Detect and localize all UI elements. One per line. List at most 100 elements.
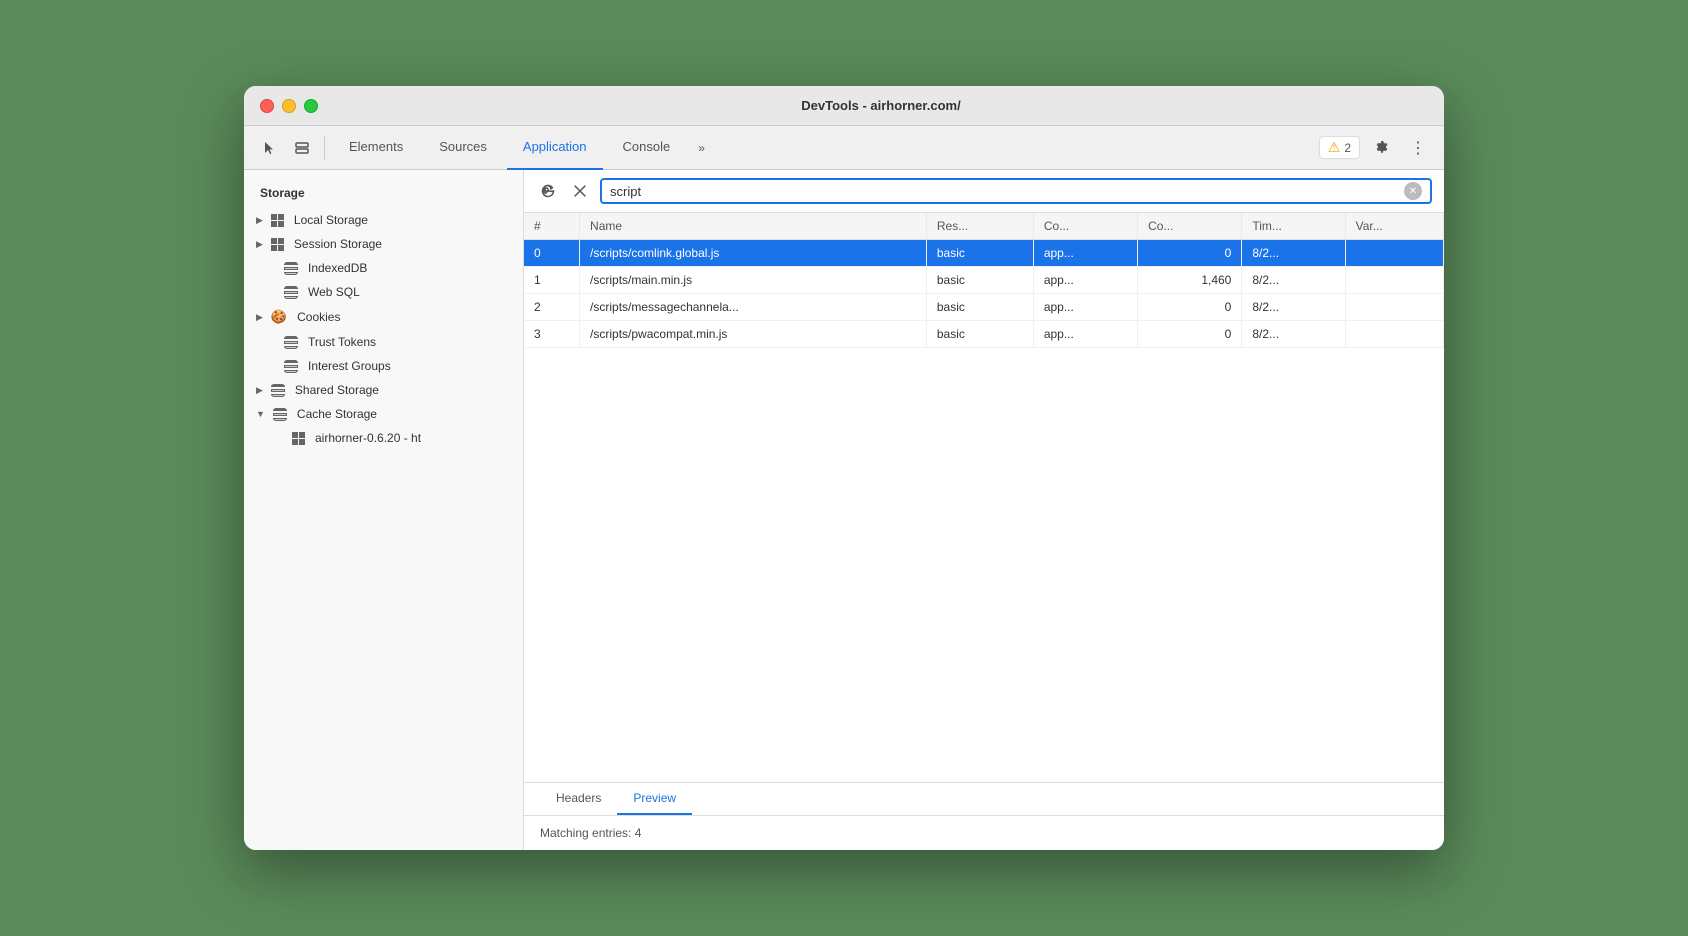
sidebar-item-label: IndexedDB <box>308 261 367 275</box>
sidebar-item-label: Local Storage <box>294 213 368 227</box>
cell-num: 1 <box>524 267 580 294</box>
clear-search-button[interactable] <box>568 179 592 203</box>
toolbar: Elements Sources Application Console » ⚠… <box>244 126 1444 170</box>
cell-tim: 8/2... <box>1242 321 1345 348</box>
sidebar-item-shared-storage[interactable]: ▶ Shared Storage <box>244 378 523 402</box>
cell-name: /scripts/main.min.js <box>580 267 927 294</box>
tab-elements[interactable]: Elements <box>333 126 419 170</box>
expand-icon: ▶ <box>256 239 263 250</box>
cell-num: 3 <box>524 321 580 348</box>
traffic-lights <box>260 99 318 113</box>
cell-tim: 8/2... <box>1242 294 1345 321</box>
search-input[interactable] <box>610 184 1404 199</box>
tab-sources[interactable]: Sources <box>423 126 503 170</box>
expand-icon: ▶ <box>256 312 263 323</box>
sidebar-item-session-storage[interactable]: ▶ Session Storage <box>244 232 523 256</box>
col-header-tim: Tim... <box>1242 213 1345 240</box>
cookie-icon: 🍪 <box>271 309 287 325</box>
refresh-button[interactable] <box>536 179 560 203</box>
sidebar-item-cache-entry[interactable]: airhorner-0.6.20 - ht <box>244 426 523 450</box>
cell-co2: 0 <box>1138 294 1242 321</box>
table-row[interactable]: 2 /scripts/messagechannela... basic app.… <box>524 294 1444 321</box>
more-options-icon[interactable]: ⋮ <box>1404 134 1432 162</box>
close-button[interactable] <box>260 99 274 113</box>
tab-application[interactable]: Application <box>507 126 603 170</box>
sidebar: Storage ▶ Local Storage ▶ Session Storag… <box>244 170 524 850</box>
sidebar-item-label: Cache Storage <box>297 407 377 421</box>
search-clear-button[interactable]: ✕ <box>1404 182 1422 200</box>
main-panel: ✕ # Name Res... Co... Co... Tim... Var <box>524 170 1444 850</box>
status-text: Matching entries: 4 <box>524 816 1444 850</box>
layers-icon[interactable] <box>288 134 316 162</box>
main-content: Storage ▶ Local Storage ▶ Session Storag… <box>244 170 1444 850</box>
sidebar-item-cookies[interactable]: ▶ 🍪 Cookies <box>244 304 523 330</box>
table-row[interactable]: 1 /scripts/main.min.js basic app... 1,46… <box>524 267 1444 294</box>
table-body: 0 /scripts/comlink.global.js basic app..… <box>524 240 1444 348</box>
db-icon <box>271 384 285 397</box>
cell-res: basic <box>926 294 1033 321</box>
cell-co2: 0 <box>1138 240 1242 267</box>
storage-section-label: Storage <box>244 182 523 208</box>
sidebar-item-label: Session Storage <box>294 237 382 251</box>
table-row[interactable]: 3 /scripts/pwacompat.min.js basic app...… <box>524 321 1444 348</box>
expand-icon: ▶ <box>256 215 263 226</box>
sidebar-item-web-sql[interactable]: Web SQL <box>244 280 523 304</box>
cell-var <box>1345 267 1443 294</box>
tab-headers[interactable]: Headers <box>540 783 617 815</box>
more-tabs-button[interactable]: » <box>690 137 713 159</box>
warning-badge[interactable]: ⚠ 2 <box>1319 136 1360 159</box>
maximize-button[interactable] <box>304 99 318 113</box>
cell-co1: app... <box>1033 294 1137 321</box>
col-header-name: Name <box>580 213 927 240</box>
expand-icon: ▼ <box>256 409 265 419</box>
cell-co1: app... <box>1033 267 1137 294</box>
devtools-window: DevTools - airhorner.com/ Elements Sourc… <box>244 86 1444 850</box>
db-icon <box>284 336 298 349</box>
results-table-container: # Name Res... Co... Co... Tim... Var... … <box>524 213 1444 782</box>
db-icon <box>284 360 298 373</box>
col-header-var: Var... <box>1345 213 1443 240</box>
table-icon <box>271 214 284 227</box>
settings-icon[interactable] <box>1368 134 1396 162</box>
sidebar-item-local-storage[interactable]: ▶ Local Storage <box>244 208 523 232</box>
sidebar-item-indexeddb[interactable]: IndexedDB <box>244 256 523 280</box>
bottom-tabs: Headers Preview <box>524 783 1444 816</box>
cell-res: basic <box>926 321 1033 348</box>
cell-name: /scripts/comlink.global.js <box>580 240 927 267</box>
col-header-co1: Co... <box>1033 213 1137 240</box>
cell-res: basic <box>926 240 1033 267</box>
cell-name: /scripts/messagechannela... <box>580 294 927 321</box>
tab-preview[interactable]: Preview <box>617 783 692 815</box>
toolbar-right: ⚠ 2 ⋮ <box>1319 134 1432 162</box>
bottom-panel: Headers Preview Matching entries: 4 <box>524 782 1444 850</box>
tab-console[interactable]: Console <box>607 126 687 170</box>
sidebar-item-label: Trust Tokens <box>308 335 376 349</box>
sidebar-item-label: Web SQL <box>308 285 360 299</box>
cursor-icon[interactable] <box>256 134 284 162</box>
cell-var <box>1345 294 1443 321</box>
table-icon <box>271 238 284 251</box>
cell-name: /scripts/pwacompat.min.js <box>580 321 927 348</box>
db-icon <box>284 286 298 299</box>
sidebar-item-cache-storage[interactable]: ▼ Cache Storage <box>244 402 523 426</box>
cell-var <box>1345 240 1443 267</box>
warning-icon: ⚠ <box>1328 139 1341 156</box>
search-input-wrapper: ✕ <box>600 178 1432 204</box>
table-icon <box>292 432 305 445</box>
minimize-button[interactable] <box>282 99 296 113</box>
warning-count: 2 <box>1344 141 1351 155</box>
cell-co2: 1,460 <box>1138 267 1242 294</box>
cell-co1: app... <box>1033 240 1137 267</box>
sidebar-item-label: Interest Groups <box>308 359 391 373</box>
table-row[interactable]: 0 /scripts/comlink.global.js basic app..… <box>524 240 1444 267</box>
cell-num: 0 <box>524 240 580 267</box>
sidebar-item-trust-tokens[interactable]: Trust Tokens <box>244 330 523 354</box>
col-header-num: # <box>524 213 580 240</box>
toolbar-divider-1 <box>324 136 325 160</box>
sidebar-item-label: airhorner-0.6.20 - ht <box>315 431 421 445</box>
results-table: # Name Res... Co... Co... Tim... Var... … <box>524 213 1444 348</box>
sidebar-item-label: Cookies <box>297 310 340 324</box>
titlebar: DevTools - airhorner.com/ <box>244 86 1444 126</box>
cell-num: 2 <box>524 294 580 321</box>
sidebar-item-interest-groups[interactable]: Interest Groups <box>244 354 523 378</box>
